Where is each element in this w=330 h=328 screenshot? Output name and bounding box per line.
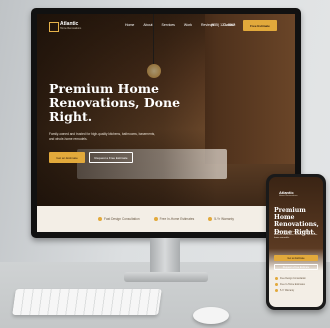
smartphone: Atlantic Home Renovations Premium Home R…	[266, 174, 326, 310]
nav-item-services[interactable]: Services	[162, 23, 175, 27]
mobile-trust-item: 5-Yr Warranty	[275, 289, 319, 292]
trust-item: Free In-Home Estimates	[153, 217, 195, 221]
mobile-trust-item: Free In-Home Estimates	[275, 283, 319, 286]
mobile-trust-list: Free Design Consultation Free In-Home Es…	[275, 277, 319, 295]
trust-bar: Fast Design Consultation Free In-Home Es…	[37, 206, 295, 232]
site-header: Atlantic Home Renovations Home About Ser…	[37, 14, 295, 40]
monitor-stand-base	[124, 272, 208, 282]
monitor-stand-neck	[150, 238, 180, 274]
mobile-primary-button[interactable]: Get an Estimate	[274, 255, 318, 261]
check-icon	[98, 217, 103, 221]
hero-subtitle: Family-owned and trusted for high-qualit…	[49, 132, 156, 141]
check-icon	[208, 217, 213, 221]
trust-label: Free In-Home Estimates	[159, 217, 195, 221]
mobile-brand-tagline: Home Renovations	[279, 195, 298, 197]
mobile-secondary-button[interactable]: Request a Free Estimate	[274, 264, 318, 270]
logo-icon[interactable]	[49, 22, 59, 32]
website-mobile-view: Atlantic Home Renovations Premium Home R…	[269, 177, 323, 307]
check-icon	[275, 283, 278, 286]
mobile-trust-label: Free In-Home Estimates	[280, 283, 305, 286]
phone-link[interactable]: (555) 123-4567	[211, 23, 235, 27]
hero-secondary-button[interactable]: Request a Free Estimate	[89, 152, 133, 163]
trust-item: 5-Yr Warranty	[208, 217, 234, 221]
mobile-hero-subtitle: Family-owned and trusted for high-qualit…	[274, 231, 318, 239]
trust-label: Fast Design Consultation	[104, 217, 140, 221]
mobile-trust-item: Free Design Consultation	[275, 277, 319, 280]
website-desktop-view: Atlantic Home Renovations Home About Ser…	[37, 14, 295, 232]
mobile-trust-label: Free Design Consultation	[280, 277, 306, 280]
check-icon	[275, 289, 278, 292]
hero-title: Premium Home Renovations, Done Right.	[49, 81, 181, 124]
check-icon	[153, 217, 158, 221]
header-cta-button[interactable]: Free Estimate	[243, 20, 277, 31]
mouse	[193, 307, 229, 324]
trust-item: Fast Design Consultation	[98, 217, 140, 221]
trust-label: 5-Yr Warranty	[214, 217, 234, 221]
nav-item-work[interactable]: Work	[184, 23, 192, 27]
nav-item-about[interactable]: About	[143, 23, 152, 27]
desktop-monitor: Atlantic Home Renovations Home About Ser…	[31, 8, 301, 238]
keyboard	[12, 289, 162, 315]
hero-primary-button[interactable]: Get an Estimate	[49, 152, 85, 163]
mobile-trust-label: 5-Yr Warranty	[280, 289, 295, 292]
check-icon	[275, 277, 278, 280]
brand-tagline: Home Renovations	[60, 27, 82, 30]
nav-item-home[interactable]: Home	[125, 23, 134, 27]
